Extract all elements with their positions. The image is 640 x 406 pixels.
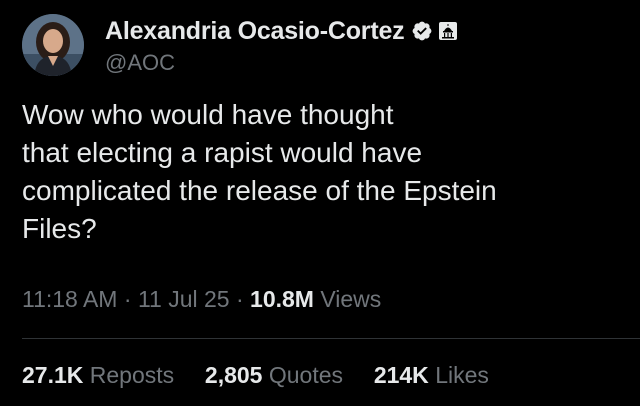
reposts-count: 27.1K <box>22 362 84 388</box>
likes-count: 214K <box>373 362 429 388</box>
profile-photo <box>22 14 84 76</box>
quotes-count: 2,805 <box>204 362 263 388</box>
avatar[interactable] <box>22 14 84 76</box>
divider <box>22 338 640 339</box>
engagement-stats: 27.1K Reposts 2,805 Quotes 214K Likes <box>22 362 489 389</box>
author-name-row: Alexandria Ocasio-Cortez <box>105 14 458 48</box>
likes-stat[interactable]: 214K Likes <box>367 362 489 388</box>
views-count: 10.8M <box>250 286 314 312</box>
meta-separator: · <box>235 286 244 312</box>
quotes-stat[interactable]: 2,805 Quotes <box>199 362 350 388</box>
display-name[interactable]: Alexandria Ocasio-Cortez <box>105 17 405 46</box>
reposts-label: Reposts <box>89 362 175 388</box>
author-handle[interactable]: @AOC <box>105 50 175 76</box>
government-capitol-icon <box>438 21 458 41</box>
reposts-stat[interactable]: 27.1K Reposts <box>22 362 181 388</box>
tweet-time[interactable]: 11:18 AM <box>22 286 117 312</box>
likes-label: Likes <box>435 362 489 388</box>
meta-separator: · <box>123 286 132 312</box>
tweet-text: Wow who would have thought that electing… <box>22 99 497 244</box>
quotes-label: Quotes <box>268 362 344 388</box>
verified-badge-icon[interactable] <box>411 20 433 42</box>
views-label: Views <box>320 286 382 312</box>
tweet-date[interactable]: 11 Jul 25 <box>138 286 230 312</box>
tweet-meta: 11:18 AM · 11 Jul 25 · 10.8M Views <box>22 286 381 313</box>
